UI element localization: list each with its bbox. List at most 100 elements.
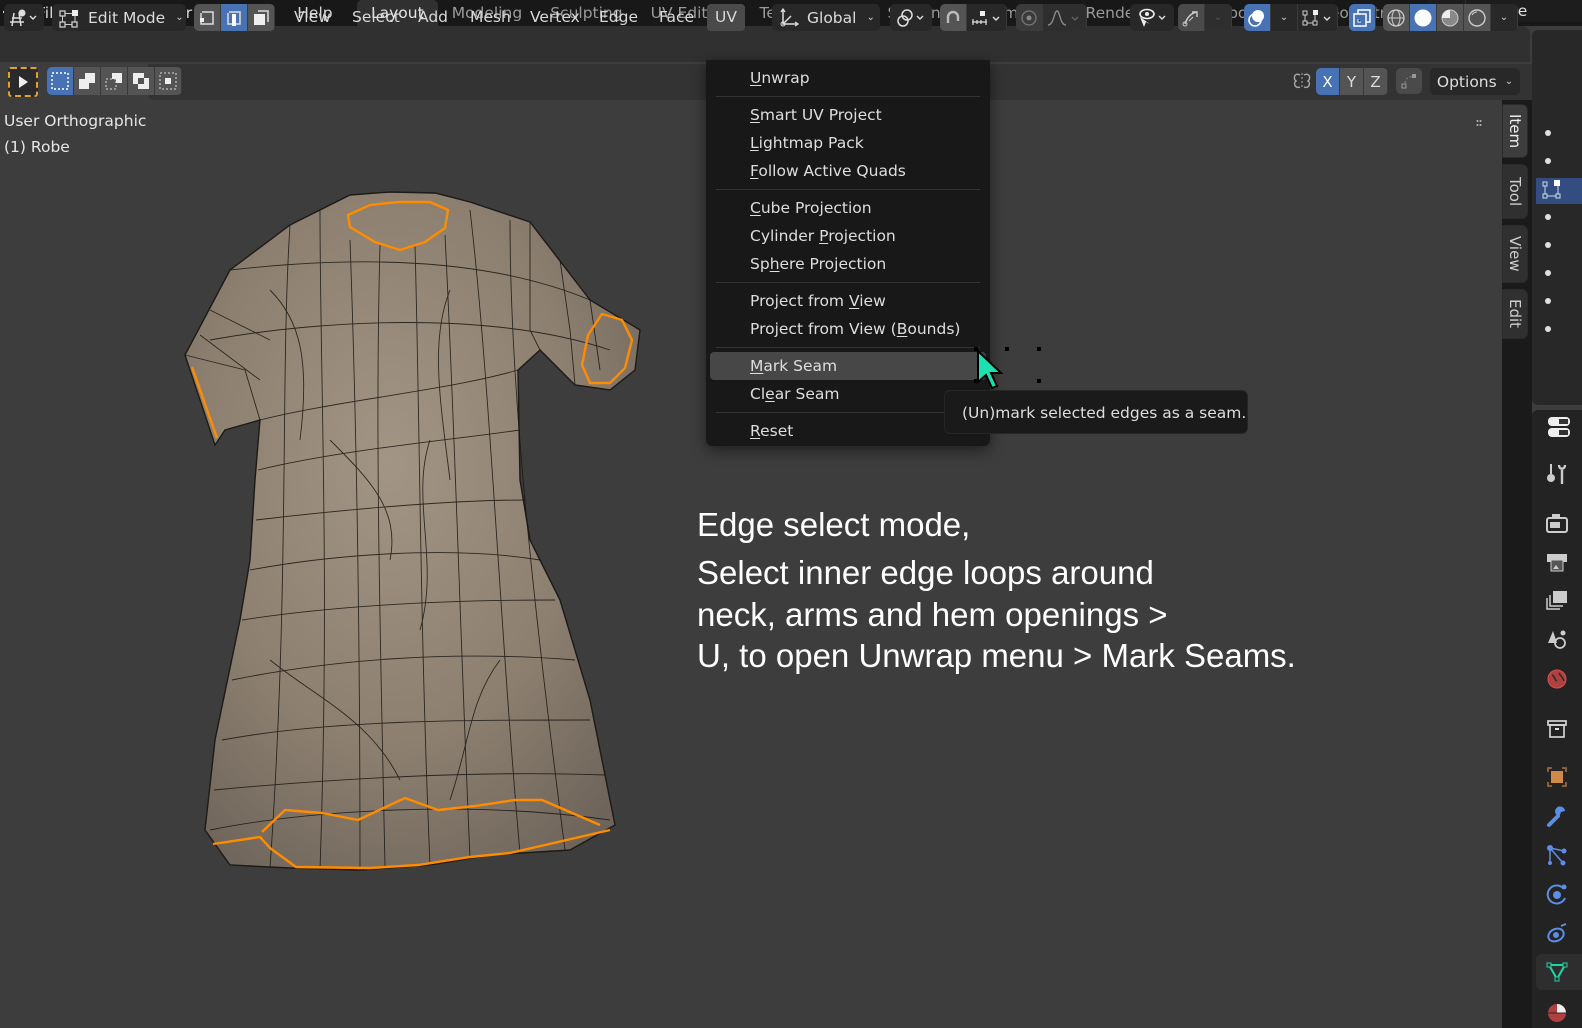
active-tool-select[interactable] bbox=[8, 67, 38, 97]
outliner-row-dot[interactable] bbox=[1545, 242, 1551, 248]
mode-invert-selection[interactable] bbox=[128, 67, 155, 95]
overlays-toggle[interactable] bbox=[1244, 4, 1271, 31]
menu-item-label-part: Cl bbox=[750, 385, 766, 403]
axis-y-toggle[interactable]: Y bbox=[1340, 68, 1364, 95]
menu-item-label-part: Sp bbox=[750, 255, 770, 273]
snap-toggle[interactable] bbox=[940, 4, 967, 31]
vertex-select-button[interactable] bbox=[194, 4, 221, 31]
outliner-row-dot[interactable] bbox=[1545, 158, 1551, 164]
output-icon[interactable] bbox=[1540, 545, 1574, 579]
modifier-icon[interactable] bbox=[1540, 800, 1574, 834]
gizmo-toggle[interactable] bbox=[1178, 4, 1205, 31]
menu-item-sphere-projection[interactable]: Sphere Projection bbox=[706, 250, 990, 278]
topology-mirror-toggle[interactable] bbox=[1396, 68, 1422, 94]
outliner-active-row[interactable] bbox=[1536, 178, 1582, 204]
menu-item-label-part: Project from bbox=[750, 292, 849, 310]
face-select-button[interactable] bbox=[248, 4, 275, 31]
material-icon[interactable] bbox=[1540, 994, 1574, 1028]
xray-toggle[interactable] bbox=[1349, 4, 1376, 31]
menu-vertex[interactable]: Vertex bbox=[530, 4, 580, 31]
menu-item-label-part: iew bbox=[859, 292, 886, 310]
menu-item-follow-active-quads[interactable]: Follow Active Quads bbox=[706, 157, 990, 185]
mode-extend-selection[interactable] bbox=[74, 67, 101, 95]
mode-new-selection[interactable] bbox=[47, 67, 74, 95]
menu-item-hotkey-letter: V bbox=[848, 292, 860, 310]
mode-label: Edit Mode bbox=[88, 8, 166, 27]
object-icon[interactable] bbox=[1540, 760, 1574, 794]
mesh-edit-overlays-button[interactable] bbox=[1298, 4, 1338, 31]
robe-body bbox=[184, 191, 641, 871]
mode-selector[interactable]: Edit Mode ⌄ bbox=[52, 4, 186, 31]
menu-edge[interactable]: Edge bbox=[599, 4, 638, 31]
outliner-row-dot[interactable] bbox=[1545, 214, 1551, 220]
snap-target-button[interactable] bbox=[967, 4, 1007, 31]
rendered-shading-button[interactable] bbox=[1464, 4, 1491, 31]
overlays-dropdown[interactable]: ⌄ bbox=[1271, 4, 1298, 31]
falloff-button[interactable] bbox=[1043, 4, 1087, 31]
solid-shading-button[interactable] bbox=[1410, 4, 1437, 31]
menu-item-lightmap-pack[interactable]: Lightmap Pack bbox=[706, 129, 990, 157]
menu-item-cube-projection[interactable]: Cube Projection bbox=[706, 194, 990, 222]
collection-icon[interactable] bbox=[1540, 712, 1574, 746]
options-dropdown[interactable]: Options ⌄ bbox=[1430, 68, 1520, 95]
menu-mesh[interactable]: Mesh bbox=[470, 4, 511, 31]
menu-view[interactable]: View bbox=[294, 4, 331, 31]
mouse-cursor-icon bbox=[977, 348, 1003, 390]
solid-sphere-icon bbox=[1414, 9, 1432, 26]
eye-cursor-icon bbox=[1139, 8, 1166, 27]
visibility-selectability-button[interactable] bbox=[1130, 4, 1174, 31]
axis-z-toggle[interactable]: Z bbox=[1364, 68, 1388, 95]
view-layer-icon[interactable] bbox=[1540, 584, 1574, 618]
menu-face[interactable]: Face bbox=[659, 4, 694, 31]
menu-item-label-part: ere Projection bbox=[779, 255, 887, 273]
pivot-point-button[interactable] bbox=[890, 4, 932, 31]
menu-item-project-from-view[interactable]: Project from View bbox=[706, 287, 990, 315]
menu-item-unwrap[interactable]: Unwrap bbox=[706, 64, 990, 92]
menu-item-hotkey-letter: U bbox=[750, 69, 762, 87]
menu-uv[interactable]: UV bbox=[707, 4, 745, 31]
menu-add[interactable]: Add bbox=[418, 4, 448, 31]
outliner-row-dot[interactable] bbox=[1545, 270, 1551, 276]
sidebar-tab-view[interactable]: View bbox=[1502, 225, 1528, 283]
menu-item-project-from-view-bounds[interactable]: Project from View (Bounds) bbox=[706, 315, 990, 343]
edge-select-button[interactable] bbox=[221, 4, 248, 31]
properties-toggle-icon[interactable] bbox=[1540, 410, 1574, 444]
particles-icon[interactable] bbox=[1540, 838, 1574, 872]
menu-select[interactable]: Select bbox=[352, 4, 400, 31]
menu-separator bbox=[716, 282, 980, 283]
proportional-edit-toggle[interactable] bbox=[1016, 4, 1043, 31]
mode-subtract-selection[interactable] bbox=[101, 67, 128, 95]
outliner-row-dot[interactable] bbox=[1545, 130, 1551, 136]
transform-orientation-selector[interactable]: Global ⌄ bbox=[772, 4, 880, 31]
wireframe-shading-button[interactable] bbox=[1383, 4, 1410, 31]
menu-item-smart-uv-project[interactable]: Smart UV Project bbox=[706, 101, 990, 129]
axis-x-toggle[interactable]: X bbox=[1316, 68, 1340, 95]
menu-item-hotkey-letter: M bbox=[750, 357, 764, 375]
mesh-data-icon[interactable] bbox=[1540, 955, 1574, 989]
outliner-row-dot[interactable] bbox=[1545, 326, 1551, 332]
mirror-toggle[interactable] bbox=[1290, 69, 1314, 93]
tooltip: (Un)mark selected edges as a seam. bbox=[944, 390, 1248, 434]
sidebar-tab-edit[interactable]: Edit bbox=[1502, 289, 1528, 339]
shading-dropdown[interactable]: ⌄ bbox=[1491, 4, 1518, 31]
constraints-icon[interactable] bbox=[1540, 916, 1574, 950]
active-object-name: (1) Robe bbox=[4, 138, 70, 156]
tool-icon[interactable] bbox=[1540, 457, 1574, 491]
render-icon[interactable] bbox=[1540, 506, 1574, 540]
scene-properties-icon[interactable] bbox=[1540, 622, 1574, 656]
outliner-row-dot[interactable] bbox=[1545, 298, 1551, 304]
sidebar-tab-tool[interactable]: Tool bbox=[1502, 164, 1528, 219]
physics-icon[interactable] bbox=[1540, 877, 1574, 911]
robe-mesh[interactable] bbox=[170, 180, 660, 880]
world-icon[interactable] bbox=[1540, 662, 1574, 696]
sidebar-drag-handle-icon[interactable] bbox=[1476, 112, 1482, 126]
menu-item-label-part: ollow Active Quads bbox=[758, 162, 906, 180]
mode-intersect-selection[interactable] bbox=[155, 67, 182, 95]
gizmo-dropdown[interactable]: ⌄ bbox=[1205, 4, 1232, 31]
menu-item-cylinder-projection[interactable]: Cylinder Projection bbox=[706, 222, 990, 250]
sidebar-tab-item[interactable]: Item bbox=[1502, 104, 1528, 158]
select-invert-icon bbox=[133, 73, 149, 89]
menu-item-mark-seam[interactable]: Mark Seam bbox=[710, 352, 986, 380]
material-shading-button[interactable] bbox=[1437, 4, 1464, 31]
editor-type-button[interactable] bbox=[4, 4, 44, 31]
